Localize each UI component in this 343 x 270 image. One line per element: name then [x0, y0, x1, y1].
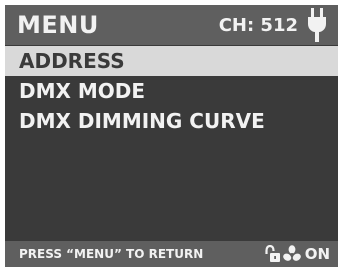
menu-title: MENU	[17, 11, 99, 39]
plug-icon	[308, 8, 326, 42]
status-indicators: ON	[263, 244, 330, 264]
menu-list: ADDRESS DMX MODE DMX DIMMING CURVE	[5, 46, 338, 136]
channel-readout: CH: 512	[218, 15, 298, 36]
return-hint: PRESS “MENU” TO RETURN	[19, 247, 204, 261]
header-bar: MENU CH: 512	[5, 5, 338, 45]
fan-status-label: ON	[304, 245, 330, 263]
menu-item-dmx-mode[interactable]: DMX MODE	[5, 76, 338, 106]
menu-item-dmx-dimming-curve[interactable]: DMX DIMMING CURVE	[5, 106, 338, 136]
device-display: MENU CH: 512 ADDRESS DMX MODE DMX DIMMIN…	[5, 5, 338, 267]
footer-bar: PRESS “MENU” TO RETURN ON	[5, 241, 338, 267]
fan-icon	[282, 245, 301, 261]
unlock-icon	[265, 245, 280, 262]
menu-item-address[interactable]: ADDRESS	[5, 46, 338, 76]
